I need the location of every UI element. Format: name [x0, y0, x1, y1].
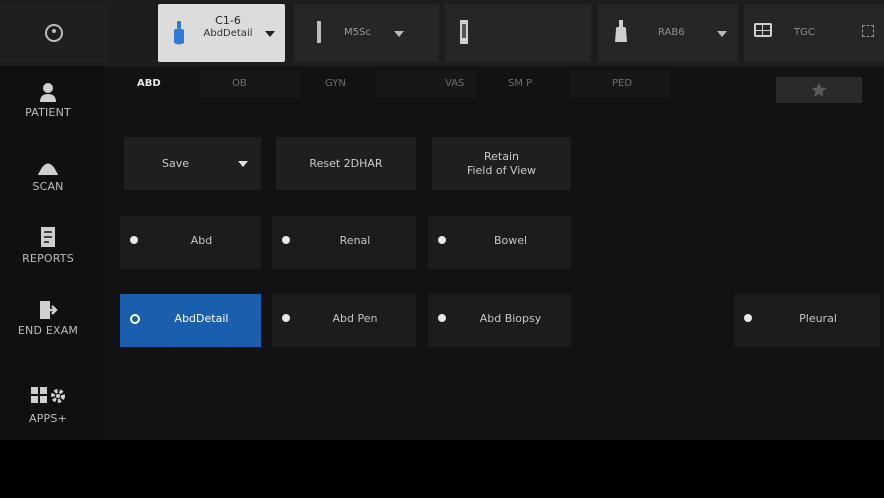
sidebar-item-label: APPS+: [29, 412, 67, 425]
tgc-label: TGC: [794, 27, 815, 38]
tab-abd[interactable]: ABD: [137, 78, 161, 89]
preset-abd-biopsy[interactable]: Abd Biopsy: [428, 294, 571, 347]
sidebar-item-apps[interactable]: APPS+: [0, 386, 96, 425]
chevron-down-icon: [394, 31, 404, 37]
bottom-area: [0, 440, 884, 498]
retain-field-of-view-button[interactable]: Retain Field of View: [432, 137, 571, 190]
sidebar-item-label: REPORTS: [22, 252, 74, 265]
probe-icon: [317, 21, 321, 43]
chevron-down-icon: [265, 31, 275, 37]
radio-icon: [282, 236, 290, 244]
sidebar: PATIENT SCAN REPORTS END EXAM APPS+: [0, 66, 104, 440]
end-exam-icon: [40, 301, 58, 319]
tab-gyn[interactable]: GYN: [325, 78, 346, 89]
tab-background: [200, 71, 300, 97]
preset-abd-pen[interactable]: Abd Pen: [272, 294, 416, 347]
tgc-button[interactable]: TGC: [744, 4, 884, 62]
retain-line2: Field of View: [466, 163, 537, 177]
radio-icon: [130, 236, 138, 244]
radio-icon: [282, 314, 290, 322]
probe-selector-3[interactable]: [445, 4, 591, 62]
probe-name: M5Sc: [344, 27, 371, 38]
radio-icon: [744, 314, 752, 322]
probe-preset: AbdDetail: [203, 28, 253, 39]
sidebar-item-label: SCAN: [32, 180, 64, 193]
probe-name: C1-6: [215, 14, 241, 27]
preset-label: AbdDetail: [174, 312, 229, 325]
radio-icon: [438, 314, 446, 322]
sidebar-item-patient[interactable]: PATIENT: [0, 82, 96, 119]
probe-info: C1-6 AbdDetail: [198, 14, 258, 40]
power-icon: [45, 24, 63, 42]
probe-icon: [615, 20, 627, 42]
retain-line1: Retain: [484, 149, 519, 163]
apps-icon: [31, 387, 65, 403]
tab-ped[interactable]: PED: [612, 78, 632, 89]
preset-label: Renal: [339, 234, 371, 247]
preset-label: Abd Biopsy: [479, 312, 542, 325]
tgc-icon: [754, 23, 772, 37]
probe-selector-4[interactable]: RAB6: [598, 4, 738, 62]
radio-icon: [438, 236, 446, 244]
save-label: Save: [161, 156, 189, 170]
sidebar-item-label: END EXAM: [17, 324, 79, 337]
tab-ob[interactable]: OB: [232, 78, 247, 89]
sidebar-item-label: PATIENT: [25, 106, 71, 119]
chevron-down-icon: [238, 161, 248, 167]
preset-label: Abd: [190, 234, 213, 247]
sidebar-item-scan[interactable]: SCAN: [0, 160, 96, 193]
preset-abd[interactable]: Abd: [120, 216, 261, 269]
preset-label: Pleural: [799, 312, 837, 325]
preset-label: Bowel: [493, 234, 528, 247]
reports-icon: [41, 227, 55, 247]
favorite-button[interactable]: [776, 77, 862, 103]
tab-vas[interactable]: VAS: [445, 78, 464, 89]
preset-panel: ABD OB GYN VAS SM P PED Save Reset 2DHAR…: [104, 66, 884, 440]
star-icon: [811, 82, 827, 97]
probe-icon: [460, 20, 468, 44]
radio-selected-icon: [130, 314, 140, 324]
power-button[interactable]: [0, 4, 108, 62]
preset-renal[interactable]: Renal: [272, 216, 416, 269]
preset-label: Abd Pen: [332, 312, 378, 325]
preset-abddetail[interactable]: AbdDetail: [120, 294, 261, 347]
preset-bowel[interactable]: Bowel: [428, 216, 571, 269]
reset-label: Reset 2DHAR: [309, 156, 383, 170]
top-bar: C1-6 AbdDetail M5Sc RAB6 TGC: [0, 0, 884, 67]
tab-sm-p[interactable]: SM P: [508, 78, 532, 89]
sidebar-item-end-exam[interactable]: END EXAM: [0, 300, 96, 337]
retain-label: Retain Field of View: [432, 150, 571, 178]
probe-name: RAB6: [658, 27, 685, 38]
sidebar-item-reports[interactable]: REPORTS: [0, 226, 96, 265]
probe-selector-2[interactable]: M5Sc: [294, 4, 439, 62]
probe-icon: [174, 21, 184, 45]
reset-2dhar-button[interactable]: Reset 2DHAR: [276, 137, 416, 190]
patient-icon: [40, 83, 56, 102]
chevron-down-icon: [717, 31, 727, 37]
preset-pleural[interactable]: Pleural: [734, 294, 880, 347]
expand-icon[interactable]: [862, 25, 874, 37]
probe-selector-active[interactable]: C1-6 AbdDetail: [158, 4, 285, 62]
save-button[interactable]: Save: [124, 137, 261, 190]
scan-icon: [38, 163, 58, 175]
